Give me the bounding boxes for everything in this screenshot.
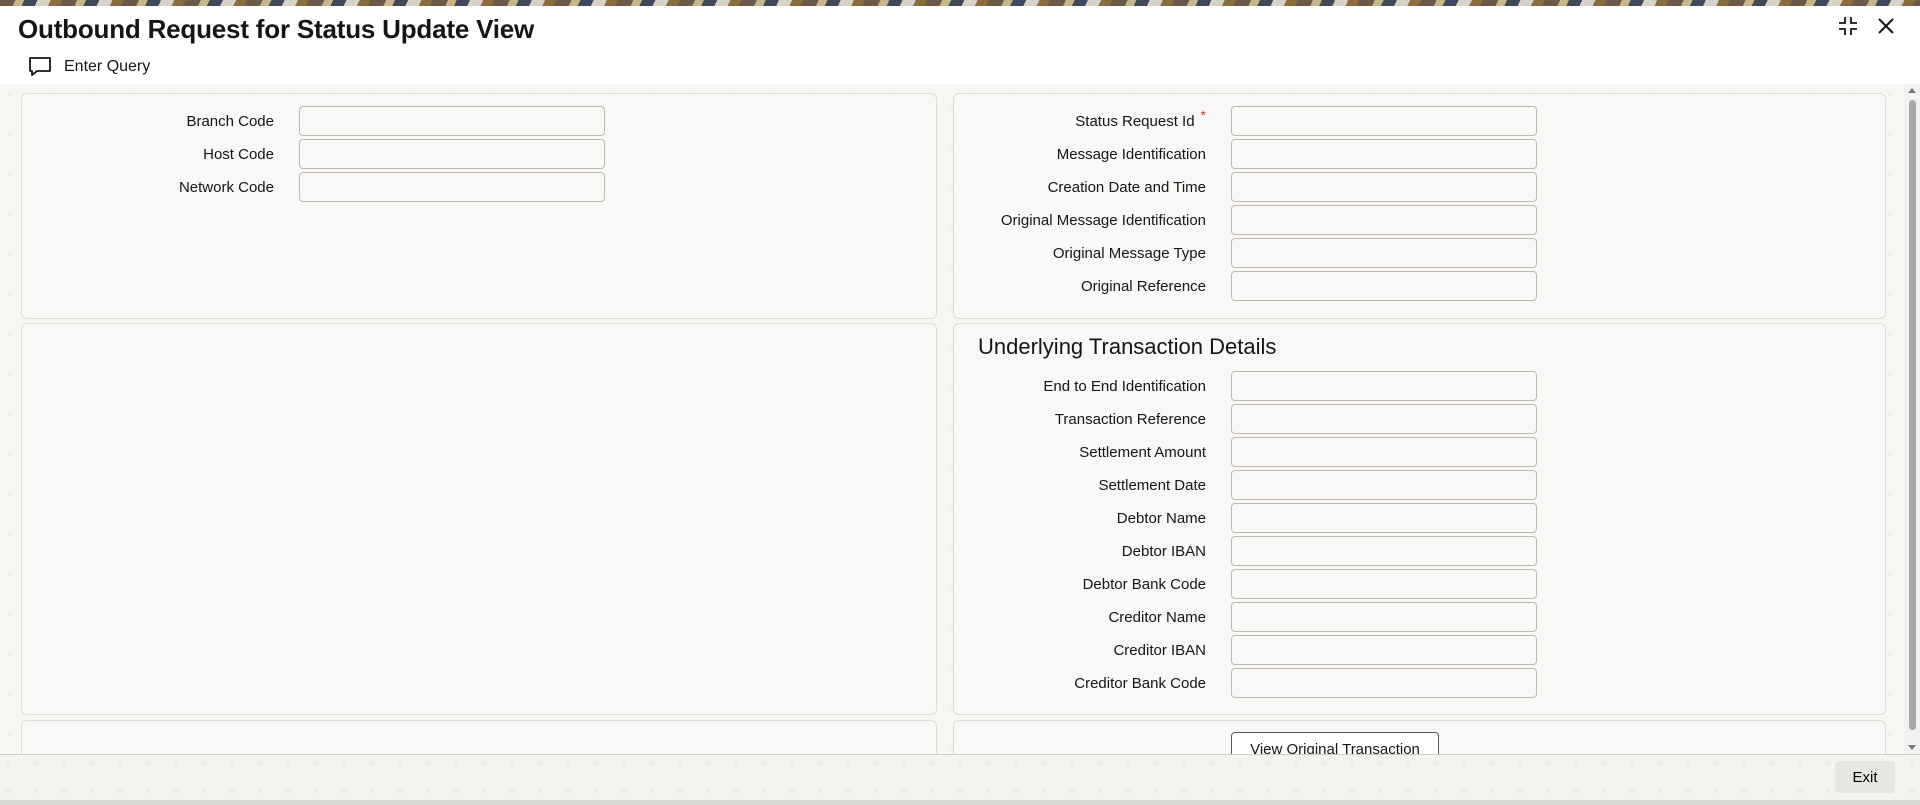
panel-empty-left	[21, 323, 937, 715]
field-row-original-message-type: Original Message Type	[960, 237, 1537, 269]
status-request-id-input[interactable]	[1231, 106, 1537, 136]
original-reference-input[interactable]	[1231, 271, 1537, 301]
status-request-id-label: Status Request Id *	[1075, 106, 1206, 130]
vertical-scrollbar[interactable]	[1904, 84, 1920, 754]
field-row-message-identification: Message Identification	[960, 138, 1537, 170]
debtor-iban-label: Debtor IBAN	[1121, 542, 1206, 560]
creditor-bank-code-label: Creditor Bank Code	[1074, 674, 1206, 692]
debtor-name-label: Debtor Name	[1116, 509, 1206, 527]
creditor-name-label: Creditor Name	[1108, 608, 1206, 626]
transaction-reference-label: Transaction Reference	[1054, 410, 1206, 428]
field-row-branch-code: Branch Code	[120, 105, 605, 137]
original-message-type-input[interactable]	[1231, 238, 1537, 268]
collapse-icon[interactable]	[1836, 14, 1860, 38]
settlement-date-label: Settlement Date	[1098, 476, 1206, 494]
field-row-transaction-reference: Transaction Reference	[960, 403, 1537, 435]
creditor-bank-code-input[interactable]	[1231, 668, 1537, 698]
message-identification-input[interactable]	[1231, 139, 1537, 169]
original-message-identification-input[interactable]	[1231, 205, 1537, 235]
network-code-input[interactable]	[299, 172, 605, 202]
transaction-reference-input[interactable]	[1231, 404, 1537, 434]
field-row-settlement-date: Settlement Date	[960, 469, 1537, 501]
original-reference-label: Original Reference	[1080, 277, 1206, 295]
window-controls	[1836, 14, 1898, 38]
section-title-underlying: Underlying Transaction Details	[978, 334, 1277, 359]
main-content: Branch Code Host Code Network Code Statu…	[0, 84, 1904, 754]
field-row-settlement-amount: Settlement Amount	[960, 436, 1537, 468]
host-code-label: Host Code	[203, 145, 274, 163]
exit-button[interactable]: Exit	[1835, 761, 1895, 793]
settlement-date-input[interactable]	[1231, 470, 1537, 500]
original-message-identification-label: Original Message Identification	[1000, 211, 1206, 229]
field-row-original-reference: Original Reference	[960, 270, 1537, 302]
enter-query-button[interactable]: Enter Query	[28, 56, 150, 78]
end-to-end-identification-label: End to End Identification	[1043, 377, 1206, 395]
creditor-iban-label: Creditor IBAN	[1113, 641, 1206, 659]
bottom-border	[0, 800, 1920, 805]
chat-bubble-icon	[29, 57, 51, 76]
field-row-creditor-iban: Creditor IBAN	[960, 634, 1537, 666]
field-row-debtor-iban: Debtor IBAN	[960, 535, 1537, 567]
creation-date-time-input[interactable]	[1231, 172, 1537, 202]
branch-code-label: Branch Code	[186, 112, 274, 130]
field-row-creditor-name: Creditor Name	[960, 601, 1537, 633]
settlement-amount-label: Settlement Amount	[1079, 443, 1206, 461]
debtor-iban-input[interactable]	[1231, 536, 1537, 566]
toolbar: Enter Query	[0, 52, 1920, 84]
settlement-amount-input[interactable]	[1231, 437, 1537, 467]
panel-bottom-left	[21, 720, 937, 754]
creation-date-time-label: Creation Date and Time	[1047, 178, 1206, 196]
host-code-input[interactable]	[299, 139, 605, 169]
view-original-transaction-button[interactable]: View Original Transaction	[1231, 732, 1439, 754]
page-title: Outbound Request for Status Update View	[18, 14, 535, 44]
message-identification-label: Message Identification	[1056, 145, 1206, 163]
field-row-original-message-identification: Original Message Identification	[960, 204, 1537, 236]
field-row-debtor-bank-code: Debtor Bank Code	[960, 568, 1537, 600]
window-header: Outbound Request for Status Update View	[0, 6, 1920, 53]
enter-query-label: Enter Query	[64, 58, 151, 75]
debtor-bank-code-input[interactable]	[1231, 569, 1537, 599]
branch-code-input[interactable]	[299, 106, 605, 136]
close-icon[interactable]	[1874, 14, 1898, 38]
field-row-status-request-id: Status Request Id *	[960, 105, 1537, 137]
field-row-creditor-bank-code: Creditor Bank Code	[960, 667, 1537, 699]
footer-bar: Exit	[0, 754, 1920, 801]
network-code-label: Network Code	[178, 178, 274, 196]
field-row-network-code: Network Code	[120, 171, 605, 203]
debtor-name-input[interactable]	[1231, 503, 1537, 533]
original-message-type-label: Original Message Type	[1052, 244, 1206, 262]
field-row-host-code: Host Code	[120, 138, 605, 170]
scroll-up-icon[interactable]	[1908, 88, 1916, 93]
scroll-down-icon[interactable]	[1908, 745, 1916, 750]
field-row-end-to-end-identification: End to End Identification	[960, 370, 1537, 402]
field-row-debtor-name: Debtor Name	[960, 502, 1537, 534]
required-marker: *	[1200, 106, 1206, 123]
field-row-creation-date-time: Creation Date and Time	[960, 171, 1537, 203]
creditor-iban-input[interactable]	[1231, 635, 1537, 665]
end-to-end-identification-input[interactable]	[1231, 371, 1537, 401]
creditor-name-input[interactable]	[1231, 602, 1537, 632]
debtor-bank-code-label: Debtor Bank Code	[1082, 575, 1206, 593]
scrollbar-thumb[interactable]	[1909, 100, 1916, 730]
